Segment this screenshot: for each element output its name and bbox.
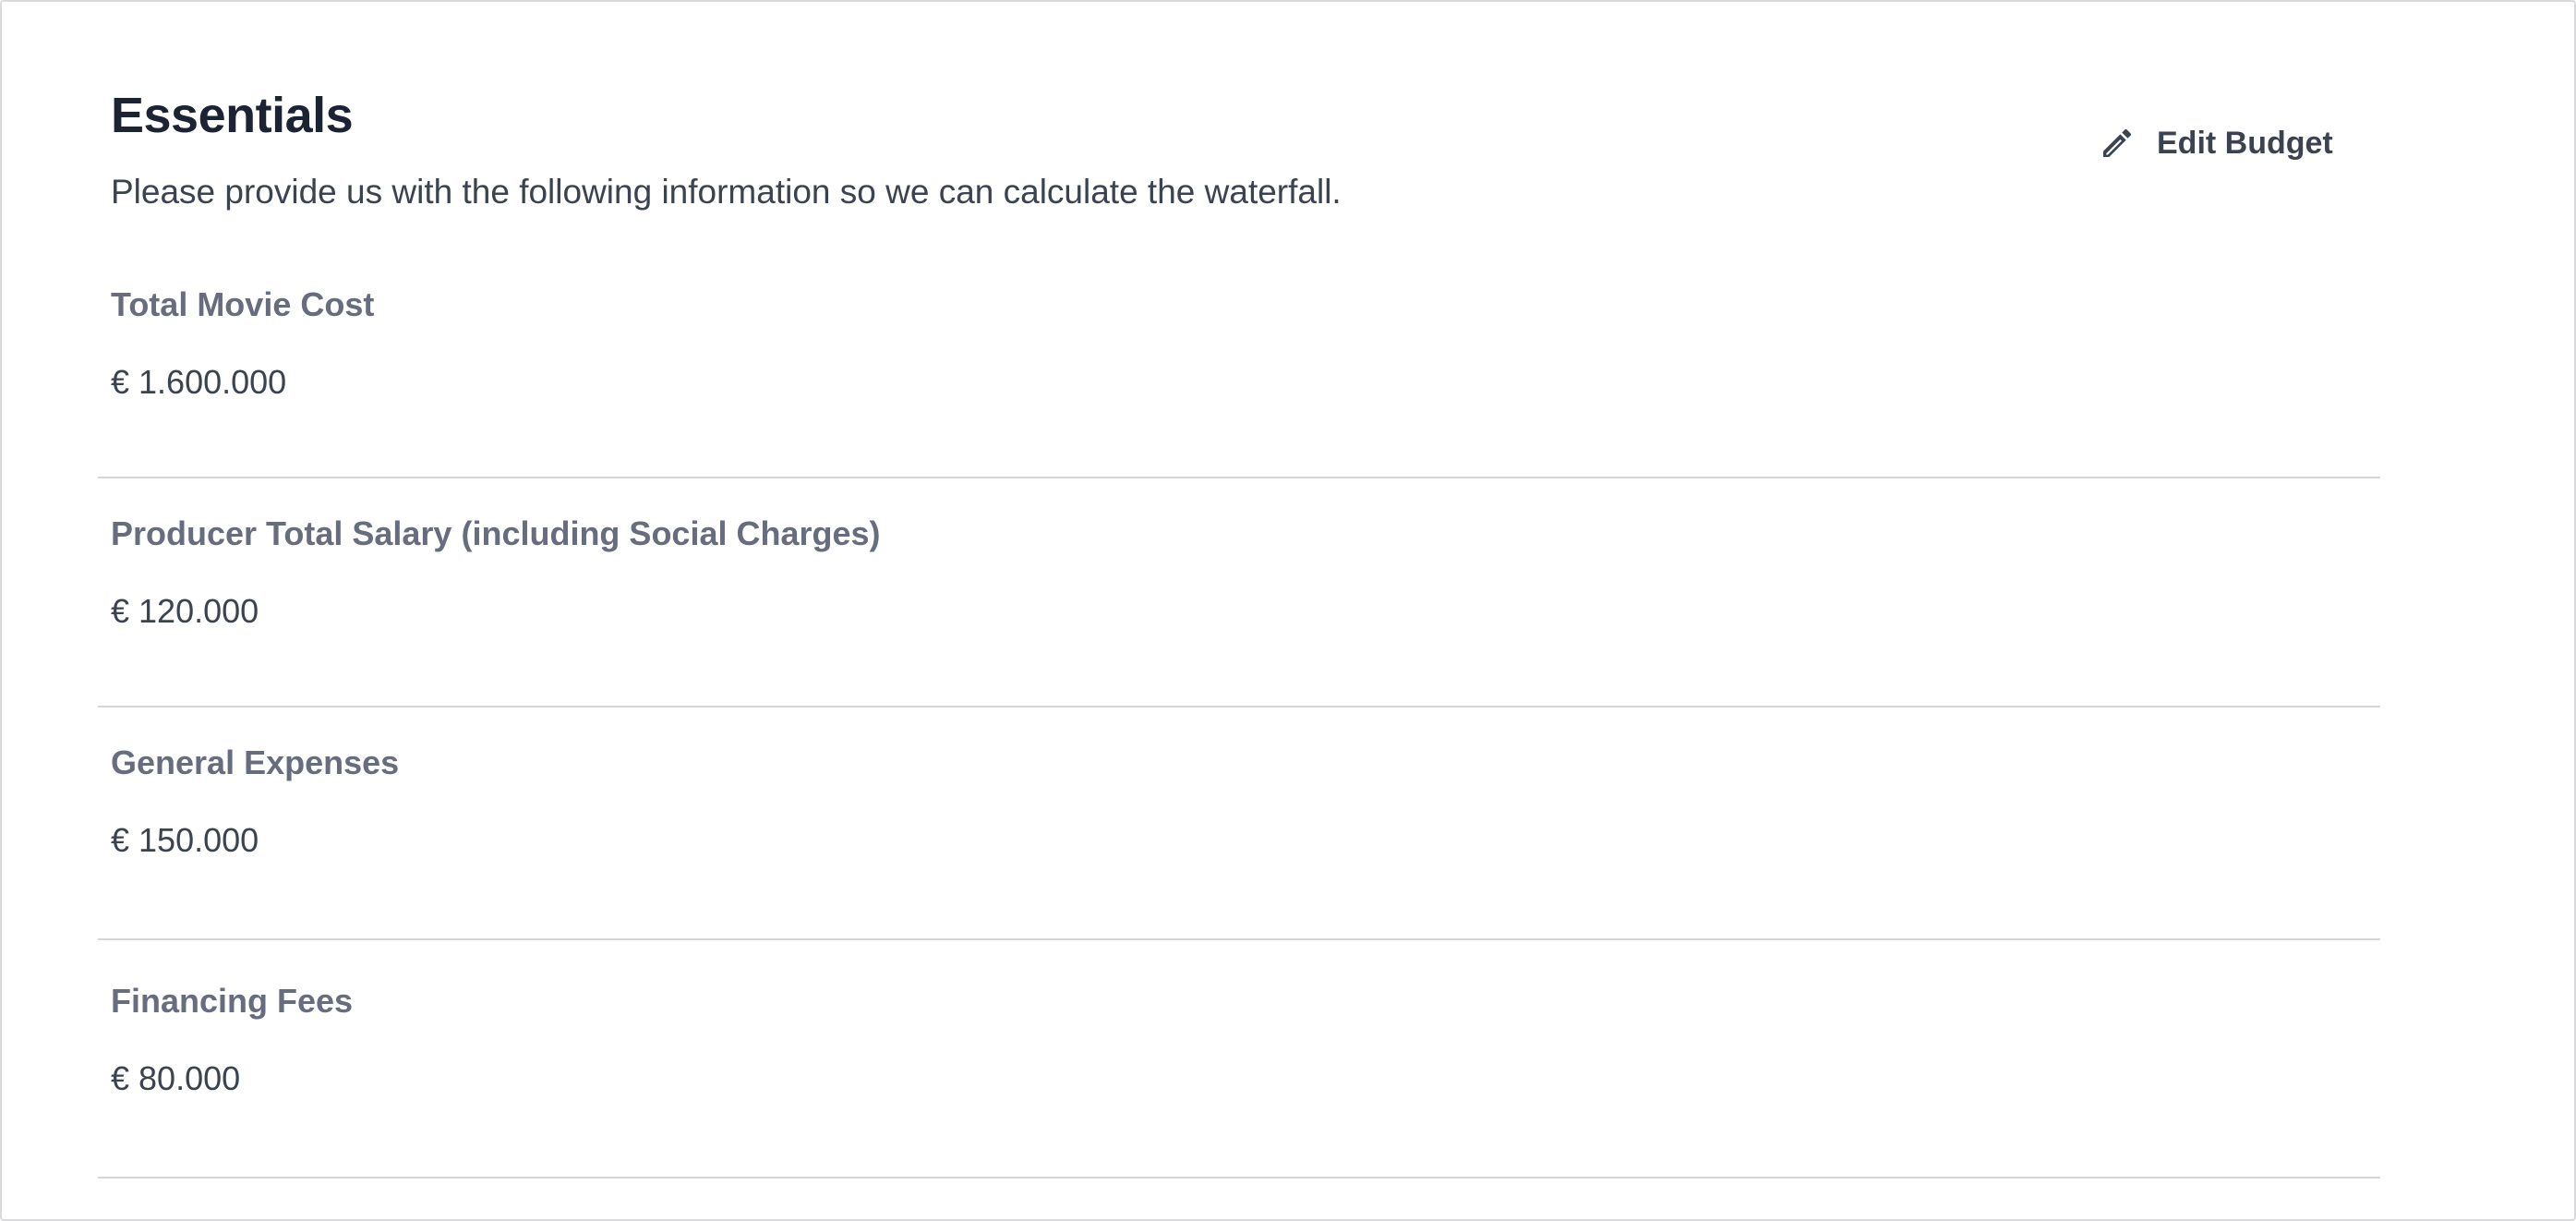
field-label: Financing Fees	[111, 982, 354, 1020]
field-general-expenses: General Expenses € 150.000	[98, 707, 2380, 940]
edit-budget-button[interactable]: Edit Budget	[2096, 116, 2333, 170]
field-label: General Expenses	[111, 743, 400, 781]
edit-budget-label: Edit Budget	[2157, 125, 2333, 161]
page-title: Essentials	[111, 88, 354, 143]
field-label: Producer Total Salary (including Social …	[111, 514, 881, 552]
field-value: € 150.000	[111, 821, 259, 859]
field-total-movie-cost: Total Movie Cost € 1.600.000	[98, 260, 2380, 478]
field-label: Total Movie Cost	[111, 285, 375, 323]
page-subtitle: Please provide us with the following inf…	[111, 173, 1342, 211]
essentials-panel: Essentials Please provide us with the fo…	[0, 0, 2576, 1221]
field-value: € 1.600.000	[111, 363, 287, 401]
field-value: € 120.000	[111, 592, 259, 630]
field-value: € 80.000	[111, 1059, 241, 1097]
field-financing-fees: Financing Fees € 80.000	[98, 940, 2380, 1179]
field-producer-total-salary: Producer Total Salary (including Social …	[98, 478, 2380, 707]
pencil-icon	[2096, 122, 2138, 164]
